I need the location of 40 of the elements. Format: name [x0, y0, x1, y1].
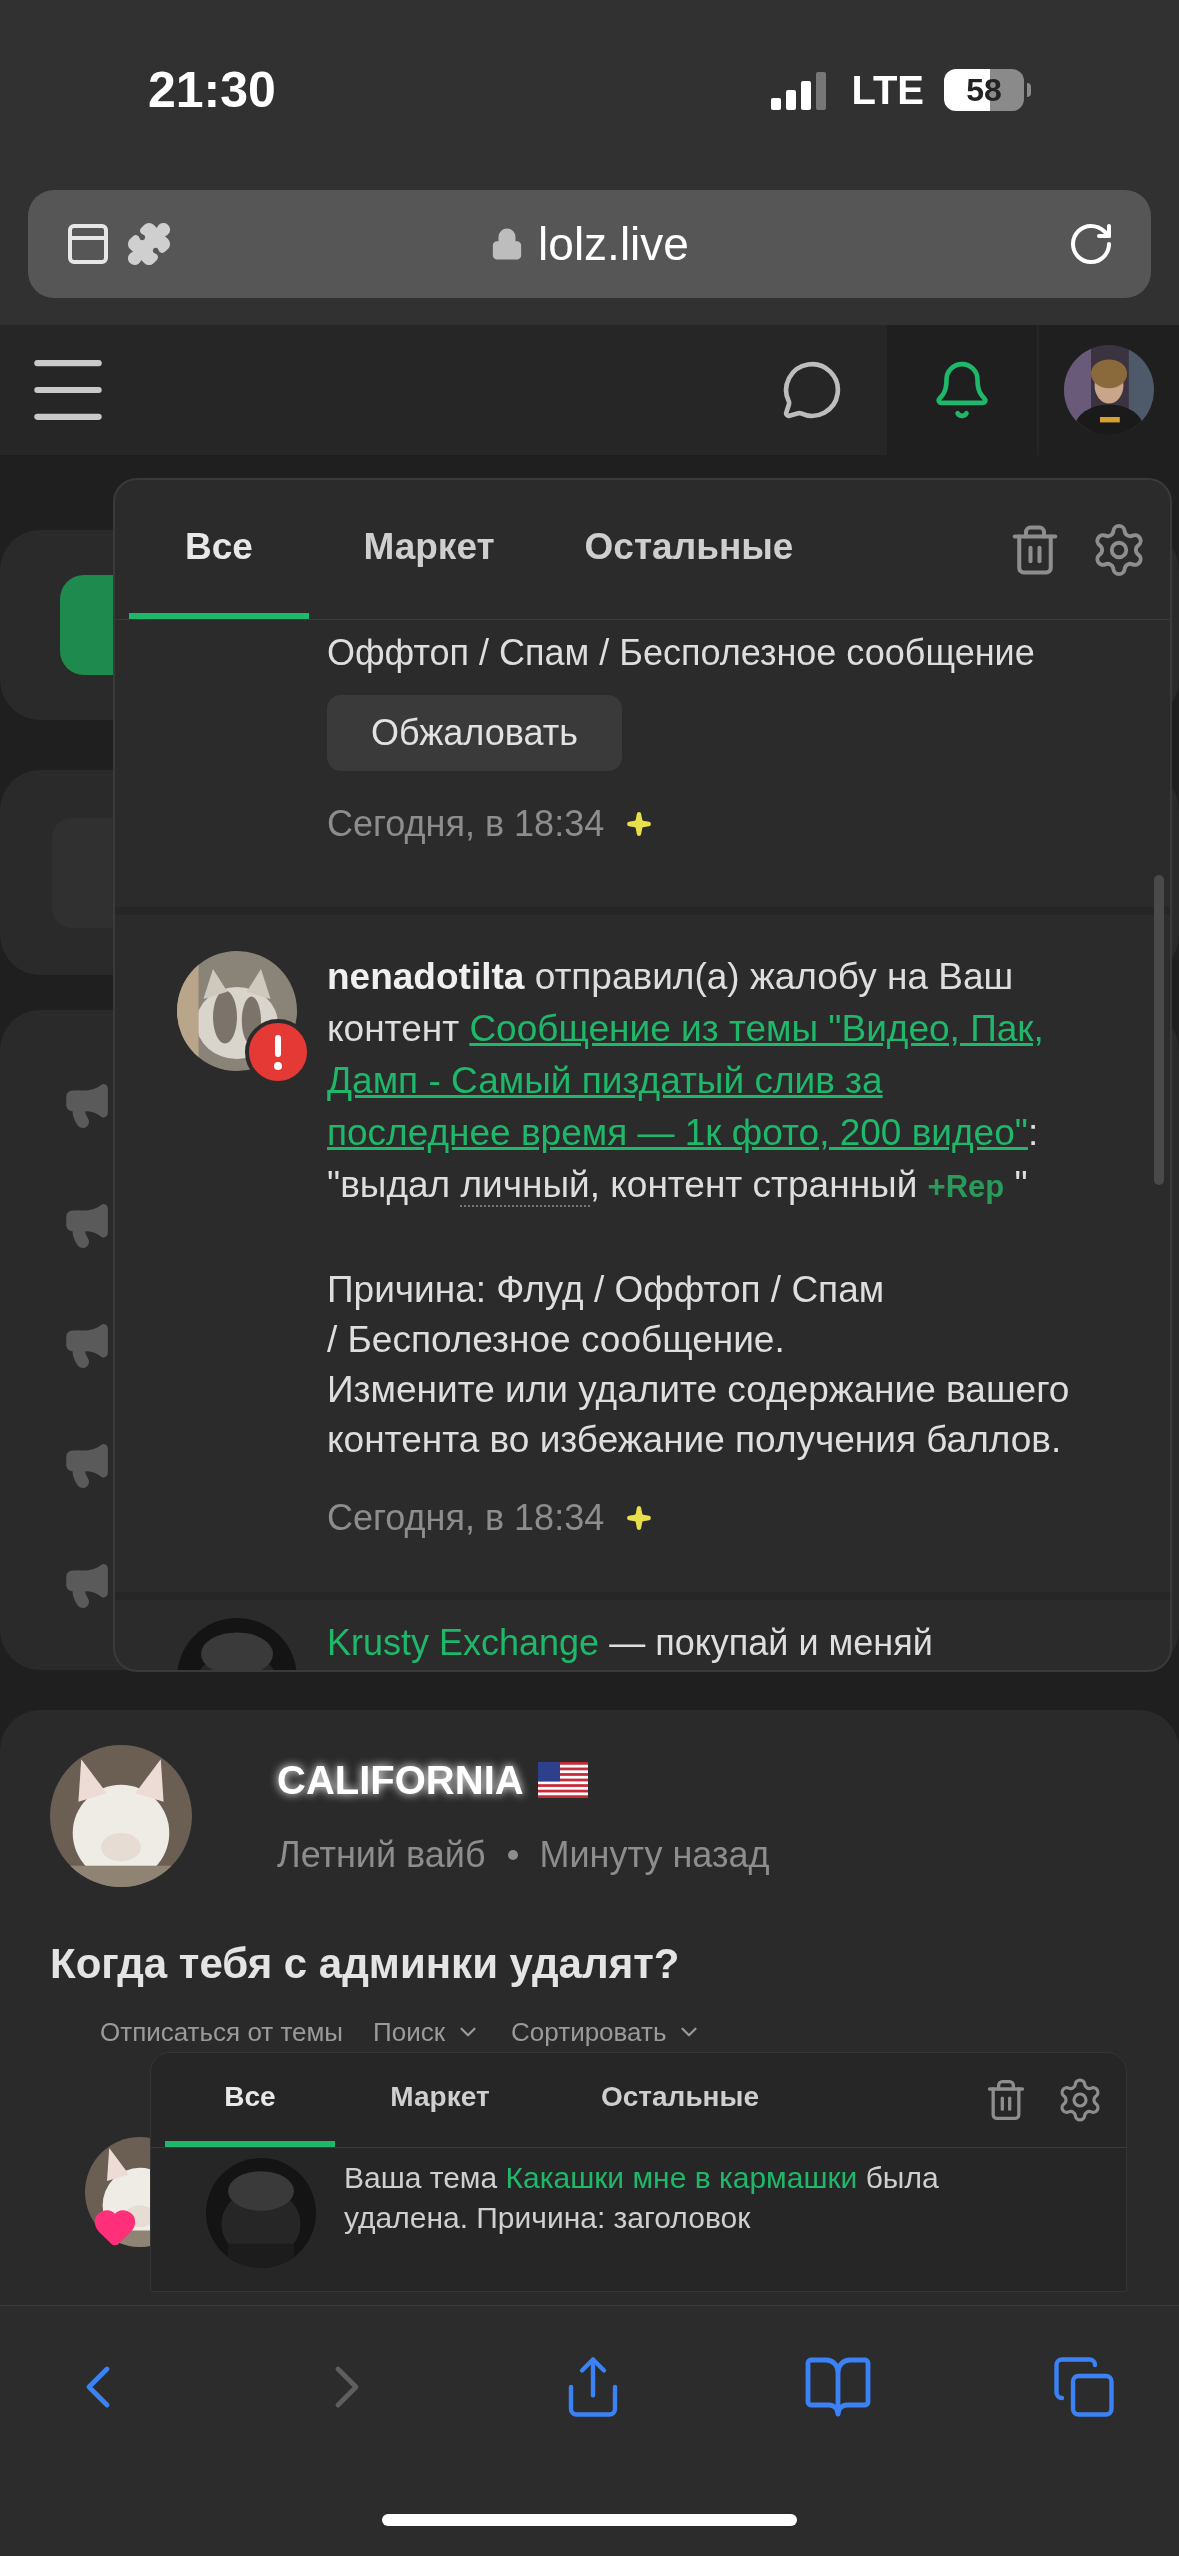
sparkle-icon	[626, 1505, 653, 1531]
notifications-icon[interactable]	[887, 325, 1037, 455]
toolbar-item: Отписаться от темы	[100, 2017, 344, 2047]
notification-time: Сегодня, в 18:34	[327, 802, 605, 846]
puzzle-icon[interactable]	[126, 221, 172, 267]
notification-tab[interactable]: Маркет	[355, 2053, 525, 2147]
report-text: :	[1027, 1112, 1039, 1153]
notification-text: Krusty Exchange — покупай и меняй	[327, 1621, 933, 1665]
clock: 21:30	[148, 60, 276, 120]
notification-time: Сегодня, в 18:34	[327, 1496, 605, 1540]
network-label: LTE	[851, 67, 924, 114]
notification-text: Оффтоп / Спам / Бесполезное сообщение	[327, 631, 1036, 675]
report-text: nenadotilta отправил(а) жалобу на Ваш	[327, 956, 1014, 997]
toolbar-item: Поиск	[373, 2017, 446, 2047]
notification-tab[interactable]: Остальные	[545, 2053, 815, 2147]
post-title: Когда тебя с админки удалят?	[50, 1939, 681, 1989]
user-status: Летний вайб	[277, 1833, 486, 1877]
flag-icon	[537, 1762, 588, 1798]
address-bar[interactable]: lolz.live	[28, 190, 1151, 298]
sparkle-icon	[626, 811, 653, 837]
notification-tab[interactable]: Все	[129, 480, 309, 619]
appeal-button[interactable]: Обжаловать	[327, 695, 622, 771]
content-link[interactable]: Дамп - Самый пиздатый слив за	[327, 1060, 883, 1101]
url-text: lolz.live	[538, 216, 689, 272]
exchange-link[interactable]: Krusty Exchange	[327, 1622, 600, 1663]
reason-text: Причина: Флуд / Оффтоп / Спам / Бесполезное сообщение.	[327, 1268, 886, 1362]
report-text: контент	[327, 1008, 460, 1049]
quote-text: "выдал личный, контент странный +Rep "	[327, 1164, 1028, 1205]
notification-tab[interactable]: Маркет	[339, 480, 519, 619]
notification-tab[interactable]: Все	[165, 2053, 335, 2147]
topic-link[interactable]: Какашки мне в кармашки	[505, 2161, 858, 2194]
author-name[interactable]: CALIFORNIA	[277, 1750, 524, 1810]
content-link[interactable]: Сообщение из темы "Видео, Пак,	[469, 1008, 1044, 1049]
notification-tab[interactable]: Остальные	[549, 480, 829, 619]
content-link[interactable]: последнее время — 1к фото, 200 видео"	[327, 1112, 1028, 1153]
notification-text: Ваша тема Какашки мне в кармашки была удалена. Причина: заголовок	[344, 2160, 940, 2236]
advice-text: Измените или удалите содержание вашего контента во избежание получения баллов.	[327, 1368, 1071, 1462]
toolbar-item: Сортировать	[511, 2017, 667, 2047]
tabs-icon[interactable]	[1051, 2354, 1117, 2420]
post-time: Минуту назад	[539, 1833, 770, 1877]
